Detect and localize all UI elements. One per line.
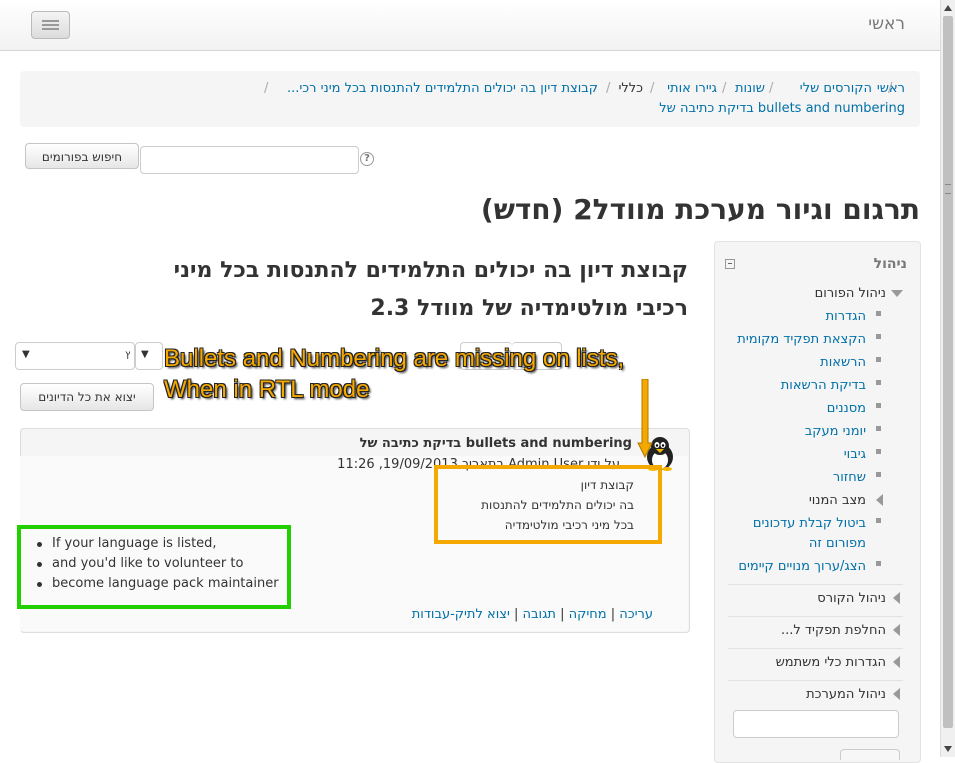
command-separator: | [606,607,616,622]
edit-link[interactable]: עריכה [619,607,653,622]
breadcrumb-separator: / [769,81,774,96]
export-all-discussions-button[interactable]: יצוא את כל הדיונים [20,383,154,411]
chevron-down-icon: ▼ [141,349,149,360]
scroll-up-icon[interactable] [944,5,952,11]
admin-link-permissions[interactable]: הרשאות [820,355,866,370]
chevron-down-icon: ▼ [22,349,30,360]
bullet-icon [876,380,881,385]
course-admin-node[interactable]: ניהול הקורס [817,591,886,606]
admin-search-input[interactable] [733,710,899,738]
bullet-icon [876,426,881,431]
hamburger-icon [42,20,59,22]
post-commands: עריכה | מחיקה | תגובה | יצוא לתיק-עבודות [412,607,653,622]
divider [728,584,903,585]
admin-search-button[interactable] [840,749,900,760]
display-mode-value: ץ [125,349,131,360]
admin-link-backup[interactable]: גיבוי [844,447,866,462]
annotation-line1: Bullets and Numbering are missing on lis… [164,345,625,372]
annotation-arrow-icon [637,379,653,459]
collapsed-arrow-icon[interactable] [893,624,900,636]
switch-role-node[interactable]: החלפת תפקיד ל... [781,623,886,638]
breadcrumb-forum[interactable]: קבוצת דיון בה יכולים התלמידים להתנסות בכ… [287,81,598,96]
bullet-icon [876,472,881,477]
display-mode-select[interactable]: ▼ ץ [15,342,135,370]
forum-admin-node[interactable]: ניהול הפורום [815,286,886,301]
scroll-down-icon[interactable] [944,746,952,752]
breadcrumb-separator: / [264,81,269,96]
reply-link[interactable]: תגובה [523,607,556,622]
collapsed-arrow-icon[interactable] [893,592,900,604]
subscription-mode-node[interactable]: מצב המנוי [809,493,866,508]
site-brand-link[interactable]: ראשי [868,14,905,34]
breadcrumb-misc[interactable]: שונות [735,81,765,96]
admin-link-logs[interactable]: יומני מעקב [805,424,866,439]
delete-link[interactable]: מחיקה [569,607,607,622]
post-subject: בדיקת כתיבה של bullets and numbering [359,436,632,451]
menu-toggle-button[interactable] [31,11,70,39]
breadcrumb-my-courses[interactable]: הקורסים שלי [800,81,872,96]
collapsed-arrow-icon[interactable] [876,494,883,506]
annotation-highlight-ltr-list [17,525,291,609]
collapsed-arrow-icon[interactable] [893,688,900,700]
admin-link-filters[interactable]: מסננים [827,401,866,416]
page-scrollbar[interactable] [940,0,955,757]
breadcrumb-separator: / [722,81,727,96]
divider [728,680,903,681]
collapse-icon[interactable] [725,259,735,269]
annotation-text: Bullets and Numbering are missing on lis… [164,343,624,405]
divider [728,648,903,649]
breadcrumb-separator: / [888,81,893,96]
admin-link-restore[interactable]: שחזור [833,470,866,485]
question-circle-icon[interactable]: ? [360,152,374,166]
bullet-icon [876,449,881,454]
hamburger-icon-bar [42,28,59,30]
export-portfolio-link[interactable]: יצוא לתיק-עבודות [412,607,510,622]
bullet-icon [876,518,881,523]
command-separator: | [509,607,519,622]
breadcrumb-course[interactable]: גיירו אותי [667,81,717,96]
bullet-icon [876,357,881,362]
divider [728,616,903,617]
administration-block-title: ניהול [873,256,907,272]
admin-link-local-roles[interactable]: הקצאת תפקיד מקומית [737,332,866,347]
grip-icon [945,184,951,194]
move-discussion-select[interactable]: ▼ [135,342,163,370]
bullet-icon [876,403,881,408]
breadcrumb [20,71,920,127]
bullet-icon [876,561,881,566]
site-admin-node[interactable]: ניהול המערכת [806,687,886,702]
admin-link-unsubscribe-line2[interactable]: מפורום זה [809,536,866,551]
hamburger-icon-bar [42,24,59,26]
user-settings-node[interactable]: הגדרות כלי משתמש [776,655,886,670]
annotation-highlight-rtl-list [434,465,662,544]
admin-link-settings[interactable]: הגדרות [826,309,866,324]
expanded-arrow-icon[interactable] [891,290,903,297]
breadcrumb-discussion[interactable]: בדיקת כתיבה של bullets and numbering [659,101,905,116]
bullet-icon [876,311,881,316]
admin-link-unsubscribe[interactable]: ביטול קבלת עדכונים [753,516,866,531]
search-forums-input[interactable] [140,146,359,174]
command-separator: | [555,607,565,622]
discussion-title-line2: רכיבי מולטימדיה של מוודל 2.3 [370,296,688,321]
breadcrumb-general: כללי [618,81,643,96]
search-forums-button[interactable]: חיפוש בפורומים [25,143,139,169]
admin-link-subscribers[interactable]: הצג/ערוך מנויים קיימים [738,559,866,574]
discussion-title-line1: קבוצת דיון בה יכולים התלמידים להתנסות בכ… [173,258,688,283]
admin-link-check-permissions[interactable]: בדיקת הרשאות [781,378,866,393]
annotation-line2: When in RTL mode [164,376,370,403]
bullet-icon [876,334,881,339]
scrollbar-thumb[interactable] [943,16,953,728]
breadcrumb-separator: / [650,81,655,96]
breadcrumb-separator: / [606,81,611,96]
top-navbar [0,0,940,51]
page-title: תרגום וגיור מערכת מוודל2 (חדש) [480,193,920,226]
collapsed-arrow-icon[interactable] [893,656,900,668]
